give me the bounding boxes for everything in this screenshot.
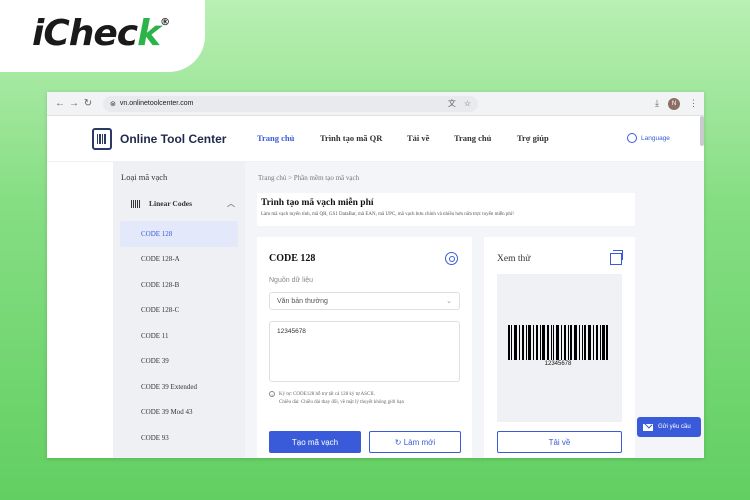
main-content: Trang chủ > Phần mềm tạo mã vạch Trình t…	[245, 162, 704, 458]
globe-icon	[627, 133, 637, 143]
sidebar-item-code-128[interactable]: CODE 128	[120, 221, 238, 247]
note-characters: Ký tự: CODE128 hỗ trợ tất cả 128 ký tự A…	[279, 392, 375, 397]
chevron-up-icon: ︿	[227, 199, 235, 208]
page-title: Trình tạo mã vạch miễn phí	[261, 198, 374, 208]
language-label: Language	[641, 134, 670, 142]
sidebar-group-linear-codes[interactable]: Linear Codes ︿	[113, 198, 245, 209]
back-icon[interactable]: ←	[53, 98, 67, 109]
sidebar-item-code-11[interactable]: CODE 11	[113, 323, 245, 349]
page-subtitle: Làm mã vạch tuyến tính, mã QR, GS1 DataB…	[261, 212, 514, 217]
url-text: vn.onlinetoolcenter.com	[119, 100, 194, 107]
site-info-icon[interactable]: ⊜	[110, 100, 116, 108]
menu-help[interactable]: Trợ giúp	[517, 133, 549, 143]
refresh-button[interactable]: ↻ Làm mới	[369, 431, 461, 453]
sidebar-item-code-128-a[interactable]: CODE 128-A	[113, 247, 245, 273]
create-barcode-button[interactable]: Tạo mã vạch	[269, 431, 361, 453]
profile-avatar[interactable]: N	[668, 97, 680, 110]
brand[interactable]: Online Tool Center	[92, 128, 226, 150]
preview-heading: Xem thử	[497, 254, 531, 264]
logo-accent: k	[137, 13, 161, 54]
mail-icon	[643, 423, 653, 431]
download-icon[interactable]: ⤓	[655, 98, 659, 109]
menu-home-2[interactable]: Trang chủ	[454, 133, 517, 143]
language-selector[interactable]: Language	[627, 133, 670, 143]
download-button[interactable]: Tải về	[497, 431, 622, 453]
title-card: Trình tạo mã vạch miễn phí Làm mã vạch t…	[257, 193, 635, 226]
breadcrumb: Trang chủ > Phần mềm tạo mã vạch	[258, 174, 360, 182]
code-list: CODE 128 CODE 128-A CODE 128-B CODE 128-…	[113, 221, 245, 451]
barcode-logo-icon	[92, 128, 112, 150]
sidebar-item-code-39-mod-43[interactable]: CODE 39 Mod 43	[113, 400, 245, 426]
sidebar-item-code-93[interactable]: CODE 93	[113, 425, 245, 451]
more-menu-icon[interactable]: ⋮	[689, 98, 698, 109]
brand-name: Online Tool Center	[120, 132, 227, 146]
sidebar-item-code-128-b[interactable]: CODE 128-B	[113, 272, 245, 298]
browser-window: ← → ↻ ⊜ vn.onlinetoolcenter.com 文 ☆ ⤓ N …	[47, 92, 704, 458]
chevron-down-icon: ⌄	[446, 298, 452, 305]
send-request-button[interactable]: Gửi yêu cầu	[637, 417, 701, 437]
address-bar[interactable]: ⊜ vn.onlinetoolcenter.com 文 ☆	[103, 95, 478, 112]
sidebar-item-code-39[interactable]: CODE 39	[113, 349, 245, 375]
generator-card: CODE 128 Nguồn dữ liệu Văn bản thường ⌄ …	[257, 237, 472, 458]
logo-tab: iCheck®	[0, 0, 205, 72]
barcode-icon	[131, 199, 141, 208]
info-notes: i Ký tự: CODE128 hỗ trợ tất cả 128 ký tự…	[269, 391, 460, 407]
data-source-label: Nguồn dữ liệu	[269, 277, 313, 284]
send-request-label: Gửi yêu cầu	[658, 424, 691, 430]
preview-card: Xem thử 12345678 Tải về	[484, 237, 635, 458]
info-icon: i	[269, 391, 275, 397]
star-icon[interactable]: ☆	[464, 99, 471, 108]
menu-download[interactable]: Tải về	[407, 133, 454, 143]
forward-icon[interactable]: →	[67, 98, 81, 109]
note-length: Chiều dài: Chiều dài thay đổi, về mặt lý…	[279, 400, 404, 405]
site-header: Online Tool Center Trang chủ Trình tạo m…	[47, 116, 704, 162]
translate-icon[interactable]: 文	[448, 98, 456, 109]
barcode-image	[508, 325, 608, 360]
sidebar-item-code-128-c[interactable]: CODE 128-C	[113, 298, 245, 324]
preview-area: 12345678	[497, 274, 622, 422]
group-label: Linear Codes	[149, 199, 192, 208]
sidebar-item-code-39-extended[interactable]: CODE 39 Extended	[113, 374, 245, 400]
sidebar-title: Loại mã vạch	[121, 172, 168, 182]
data-source-value: Văn bản thường	[277, 297, 328, 305]
settings-icon[interactable]	[445, 252, 458, 265]
barcode-text: 12345678	[544, 361, 572, 367]
reload-icon[interactable]: ↻	[81, 98, 95, 109]
data-source-select[interactable]: Văn bản thường ⌄	[269, 292, 460, 310]
scrollbar[interactable]	[700, 116, 704, 146]
copy-icon[interactable]	[610, 250, 623, 265]
browser-toolbar: ← → ↻ ⊜ vn.onlinetoolcenter.com 文 ☆ ⤓ N …	[47, 92, 704, 116]
sidebar: Loại mã vạch Linear Codes ︿ CODE 128 COD…	[113, 162, 245, 458]
logo-registered-mark: ®	[160, 17, 170, 28]
menu-qr-generator[interactable]: Trình tạo mã QR	[320, 133, 407, 143]
barcode-data-input[interactable]: 12345678	[269, 321, 460, 382]
menu-home[interactable]: Trang chủ	[257, 133, 320, 143]
main-menu: Trang chủ Trình tạo mã QR Tải về Trang c…	[257, 133, 549, 143]
icheck-logo: iCheck®	[32, 13, 170, 54]
logo-text: iChec	[32, 13, 138, 54]
generator-heading: CODE 128	[269, 253, 316, 264]
